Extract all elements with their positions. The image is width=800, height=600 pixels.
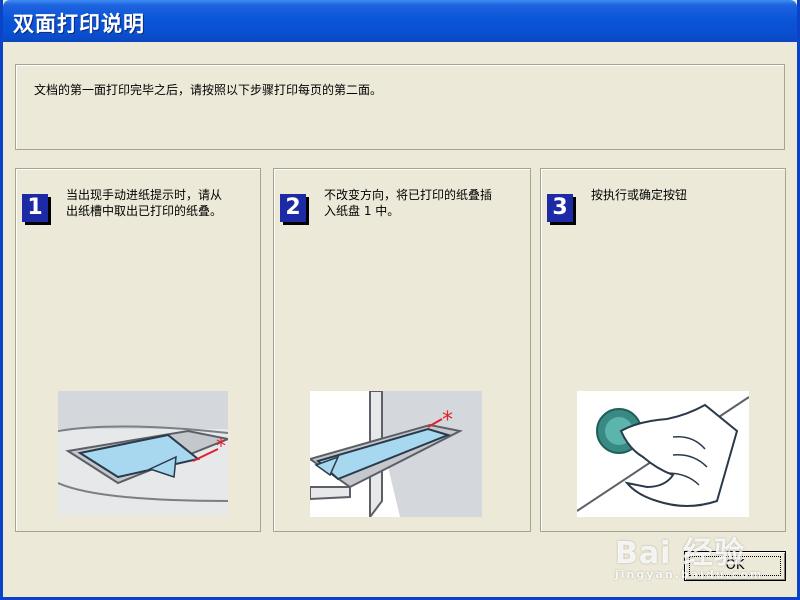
svg-text:*: * (216, 434, 226, 458)
press-button-icon (577, 391, 749, 517)
step-text-3: 按执行或确定按钮 (591, 187, 781, 203)
paper-output-tray-icon: * (58, 391, 228, 515)
window-title: 双面打印说明 (13, 12, 145, 36)
step-panel-1: 1 当出现手动进纸提示时，请从 出纸槽中取出已打印的纸叠。 * (15, 168, 261, 532)
svg-text:*: * (442, 408, 453, 433)
step-1-line-2: 出纸槽中取出已打印的纸叠。 (66, 204, 223, 218)
intro-panel: 文档的第一面打印完毕之后，请按照以下步骤打印每页的第二面。 (15, 64, 785, 150)
step-2-line-1: 不改变方向，将已打印的纸叠插 (324, 188, 493, 202)
dialog-window: 双面打印说明 文档的第一面打印完毕之后，请按照以下步骤打印每页的第二面。 1 当… (0, 0, 800, 600)
step-1-line-1: 当出现手动进纸提示时，请从 (66, 188, 223, 202)
step-panel-3: 3 按执行或确定按钮 (540, 168, 786, 532)
watermark-main: Bai 经验 (615, 536, 745, 571)
step-3-line-1: 按执行或确定按钮 (591, 188, 688, 202)
title-bar[interactable]: 双面打印说明 (3, 0, 797, 42)
step-panel-2: 2 不改变方向，将已打印的纸叠插 入纸盘 1 中。 * (273, 168, 531, 532)
step-number-3: 3 (547, 194, 573, 222)
step-number-2: 2 (280, 194, 306, 222)
paper-input-tray-icon: * (310, 391, 482, 517)
step-text-2: 不改变方向，将已打印的纸叠插 入纸盘 1 中。 (324, 187, 514, 219)
step-text-1: 当出现手动进纸提示时，请从 出纸槽中取出已打印的纸叠。 (66, 187, 256, 219)
watermark-sub: jingyan.baidu.com (615, 568, 764, 581)
step-2-line-2: 入纸盘 1 中。 (324, 204, 400, 218)
step-number-1: 1 (22, 194, 48, 222)
baidu-watermark: Bai 经验 jingyan.baidu.com (615, 528, 763, 581)
intro-text: 文档的第一面打印完毕之后，请按照以下步骤打印每页的第二面。 (34, 83, 383, 97)
